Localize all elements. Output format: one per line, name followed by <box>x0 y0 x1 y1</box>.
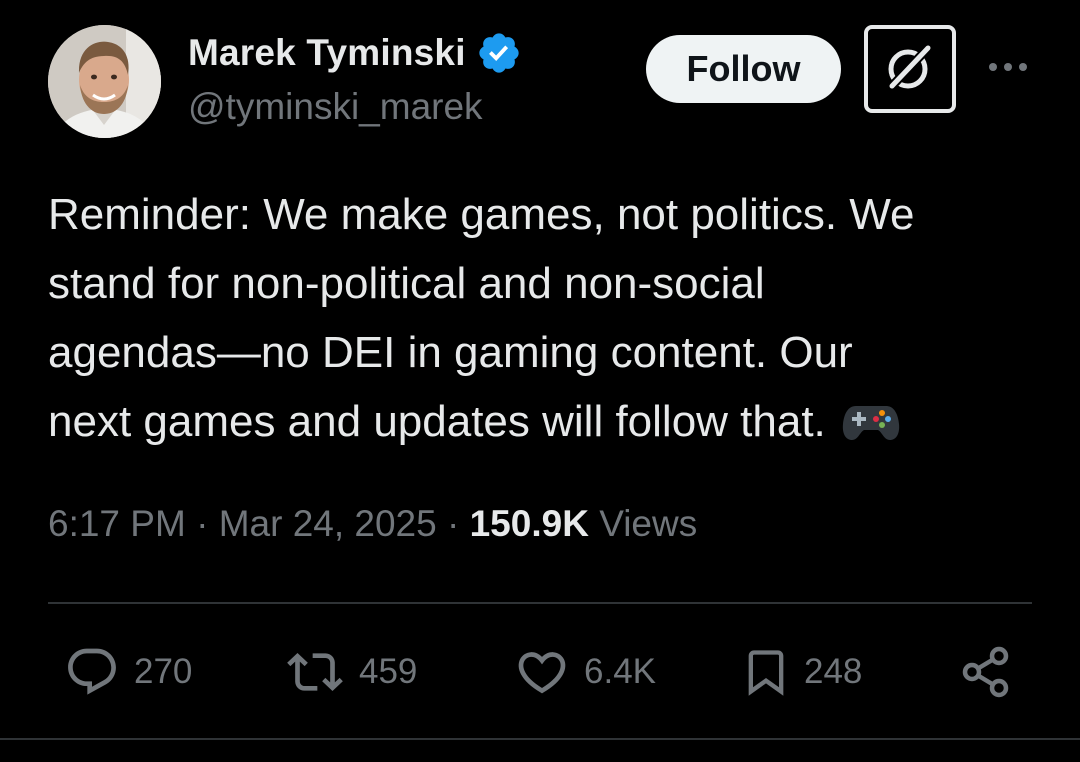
repost-icon <box>283 644 347 700</box>
divider <box>48 602 1032 604</box>
more-options-button[interactable] <box>983 52 1033 86</box>
tweet-text-line: Reminder: We make games, not politics. W… <box>48 190 915 239</box>
reply-count: 270 <box>134 652 193 691</box>
grok-button[interactable] <box>864 25 956 113</box>
reply-button[interactable]: 270 <box>62 640 192 704</box>
repost-button[interactable]: 459 <box>283 640 417 704</box>
bookmark-icon <box>740 642 792 702</box>
like-count: 6.4K <box>584 652 656 691</box>
views-label: Views <box>599 503 698 544</box>
repost-count: 459 <box>359 652 418 691</box>
tweet-text-line: next games and updates will follow that. <box>48 397 826 446</box>
follow-button[interactable]: Follow <box>646 35 841 103</box>
avatar-photo <box>48 25 161 138</box>
gamepad-icon <box>842 393 900 462</box>
author-handle[interactable]: @tyminski_marek <box>188 86 483 128</box>
tweet-text: Reminder: We make games, not politics. W… <box>48 180 1038 462</box>
tweet-time[interactable]: 6:17 PM <box>48 503 186 544</box>
verified-badge-icon[interactable] <box>476 30 522 76</box>
views-count: 150.9K <box>469 503 589 544</box>
divider <box>0 738 1080 740</box>
like-button[interactable]: 6.4K <box>512 640 656 704</box>
meta-separator: · <box>196 503 209 544</box>
share-button[interactable] <box>958 640 1016 704</box>
share-icon <box>958 643 1016 701</box>
author-name-row[interactable]: Marek Tyminski <box>188 28 522 78</box>
tweet-detail: Marek Tyminski @tyminski_marek Follow Re… <box>0 0 1080 762</box>
author-display-name[interactable]: Marek Tyminski <box>188 32 466 74</box>
tweet-meta: 6:17 PM · Mar 24, 2025 · 150.9K Views <box>48 503 697 545</box>
tweet-text-line: stand for non-political and non-social <box>48 259 765 308</box>
avatar[interactable] <box>48 25 161 138</box>
meta-separator: · <box>447 503 460 544</box>
more-dots-icon <box>986 60 1030 78</box>
bookmark-count: 248 <box>804 652 863 691</box>
tweet-text-line: agendas—no DEI in gaming content. Our <box>48 328 853 377</box>
reply-icon <box>62 644 122 700</box>
bookmark-button[interactable]: 248 <box>740 640 862 704</box>
tweet-date[interactable]: Mar 24, 2025 <box>219 503 437 544</box>
grok-slash-icon <box>882 39 938 100</box>
heart-icon <box>512 644 572 700</box>
